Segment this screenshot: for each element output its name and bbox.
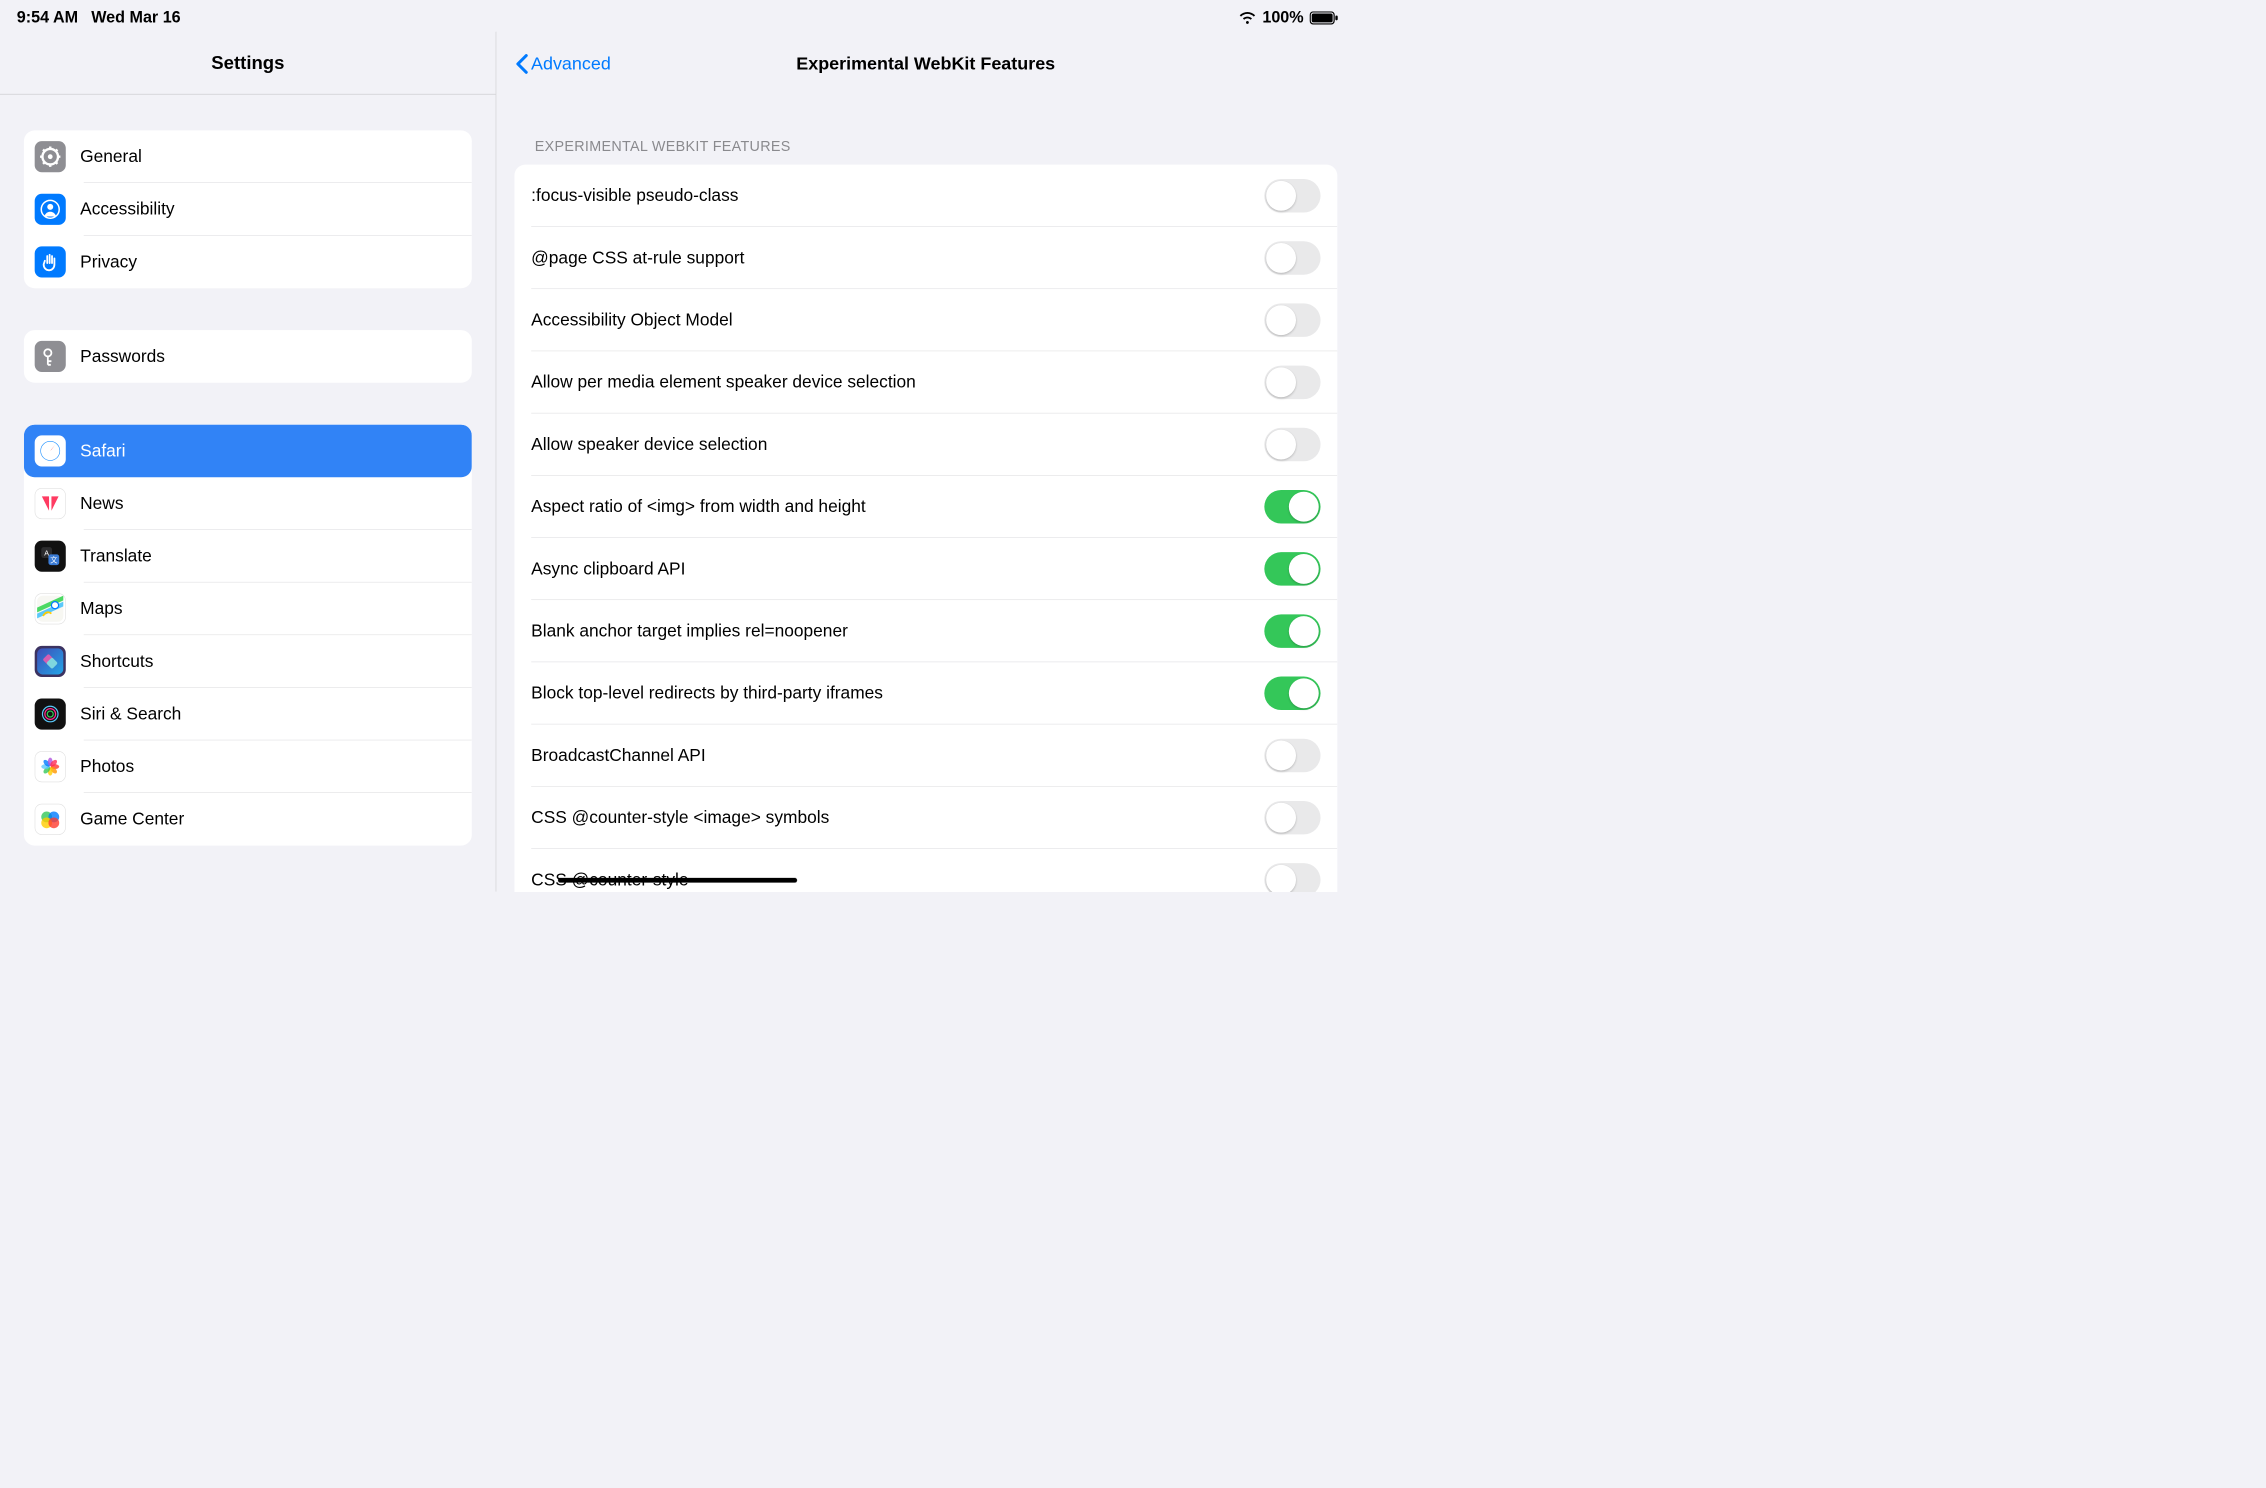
sidebar-item-privacy[interactable]: Privacy — [24, 236, 472, 289]
feature-row: @page CSS at-rule support — [514, 227, 1337, 289]
sidebar-item-translate[interactable]: A文 Translate — [24, 530, 472, 583]
maps-icon — [35, 593, 66, 624]
gear-icon — [35, 141, 66, 172]
sidebar-item-general[interactable]: General — [24, 130, 472, 183]
feature-toggle[interactable] — [1264, 739, 1320, 772]
feature-label: Accessibility Object Model — [531, 310, 732, 330]
feature-row: Async clipboard API — [514, 538, 1337, 600]
sidebar-item-passwords[interactable]: Passwords — [24, 330, 472, 383]
feature-label: Allow per media element speaker device s… — [531, 372, 916, 392]
shortcuts-icon — [35, 646, 66, 677]
sidebar-item-label: Safari — [80, 441, 125, 461]
battery-percent: 100% — [1262, 8, 1303, 27]
sidebar-item-maps[interactable]: Maps — [24, 583, 472, 636]
feature-label: Blank anchor target implies rel=noopener — [531, 621, 848, 641]
feature-row: Allow speaker device selection — [514, 413, 1337, 475]
photos-icon — [35, 751, 66, 782]
sidebar-item-label: Siri & Search — [80, 704, 181, 724]
safari-icon — [35, 435, 66, 466]
settings-sidebar: Settings General Accessibility Privacy Pass… — [0, 32, 496, 892]
svg-text:文: 文 — [50, 556, 57, 565]
section-header: EXPERIMENTAL WEBKIT FEATURES — [514, 96, 1337, 164]
feature-toggle[interactable] — [1264, 365, 1320, 398]
sidebar-item-label: General — [80, 147, 142, 167]
detail-pane: Advanced Experimental WebKit Features EX… — [496, 32, 1355, 892]
key-icon — [35, 341, 66, 372]
feature-toggle[interactable] — [1264, 303, 1320, 336]
sidebar-item-label: Game Center — [80, 810, 184, 830]
wifi-icon — [1238, 11, 1256, 24]
sidebar-item-label: Translate — [80, 546, 152, 566]
feature-toggle[interactable] — [1264, 614, 1320, 647]
feature-row: BroadcastChannel API — [514, 724, 1337, 786]
feature-row: Accessibility Object Model — [514, 289, 1337, 351]
feature-row: CSS @counter-style <image> symbols — [514, 786, 1337, 848]
page-title: Experimental WebKit Features — [496, 54, 1355, 74]
sidebar-title-label: Settings — [211, 52, 284, 74]
status-date: Wed Mar 16 — [91, 8, 180, 27]
feature-label: Async clipboard API — [531, 559, 685, 579]
feature-list: :focus-visible pseudo-class @page CSS at-… — [514, 164, 1337, 891]
sidebar-title: Settings — [0, 32, 496, 95]
feature-row: Block top-level redirects by third-party… — [514, 662, 1337, 724]
feature-toggle[interactable] — [1264, 801, 1320, 834]
feature-toggle[interactable] — [1264, 863, 1320, 892]
feature-label: CSS @counter-style <image> symbols — [531, 808, 829, 828]
feature-row: :focus-visible pseudo-class — [514, 164, 1337, 226]
sidebar-item-safari[interactable]: Safari — [24, 425, 472, 478]
sidebar-item-label: Passwords — [80, 347, 165, 367]
feature-toggle[interactable] — [1264, 676, 1320, 709]
back-button[interactable]: Advanced — [514, 53, 611, 75]
siri-icon — [35, 699, 66, 730]
sidebar-item-accessibility[interactable]: Accessibility — [24, 183, 472, 236]
feature-label: Aspect ratio of <img> from width and hei… — [531, 497, 865, 517]
sidebar-item-news[interactable]: News — [24, 477, 472, 530]
feature-row: CSS @counter-style — [514, 849, 1337, 892]
chevron-left-icon — [514, 53, 528, 75]
feature-toggle[interactable] — [1264, 552, 1320, 585]
hand-icon — [35, 246, 66, 277]
sidebar-item-label: Photos — [80, 757, 134, 777]
home-indicator[interactable] — [558, 878, 797, 883]
battery-icon — [1310, 11, 1339, 24]
gamecenter-icon — [35, 804, 66, 835]
translate-icon: A文 — [35, 541, 66, 572]
svg-text:A: A — [44, 550, 49, 558]
feature-label: Block top-level redirects by third-party… — [531, 683, 883, 703]
feature-label: :focus-visible pseudo-class — [531, 186, 738, 206]
feature-toggle[interactable] — [1264, 241, 1320, 274]
news-icon — [35, 488, 66, 519]
sidebar-item-label: Shortcuts — [80, 652, 153, 672]
feature-toggle[interactable] — [1264, 428, 1320, 461]
sidebar-item-shortcuts[interactable]: Shortcuts — [24, 635, 472, 688]
status-bar: 9:54 AM Wed Mar 16 100% — [0, 0, 1355, 32]
back-label: Advanced — [531, 54, 611, 74]
sidebar-item-label: Maps — [80, 599, 122, 619]
feature-toggle[interactable] — [1264, 490, 1320, 523]
feature-row: Allow per media element speaker device s… — [514, 351, 1337, 413]
feature-row: Blank anchor target implies rel=noopener — [514, 600, 1337, 662]
feature-label: Allow speaker device selection — [531, 434, 767, 454]
sidebar-item-gamecenter[interactable]: Game Center — [24, 793, 472, 846]
feature-toggle[interactable] — [1264, 179, 1320, 212]
feature-label: @page CSS at-rule support — [531, 248, 744, 268]
feature-label: BroadcastChannel API — [531, 745, 706, 765]
sidebar-item-label: Privacy — [80, 252, 137, 272]
sidebar-item-label: News — [80, 494, 123, 514]
person-icon — [35, 194, 66, 225]
sidebar-item-siri[interactable]: Siri & Search — [24, 688, 472, 741]
sidebar-item-label: Accessibility — [80, 200, 174, 220]
status-time: 9:54 AM — [17, 8, 78, 27]
sidebar-item-photos[interactable]: Photos — [24, 740, 472, 793]
feature-row: Aspect ratio of <img> from width and hei… — [514, 475, 1337, 537]
